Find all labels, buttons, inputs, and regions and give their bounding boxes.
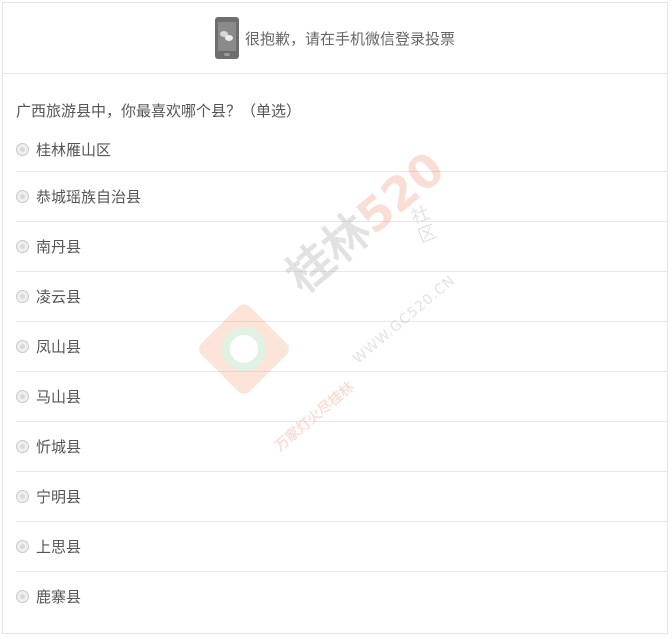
radio-icon[interactable] <box>16 390 29 403</box>
option-label: 忻城县 <box>36 438 82 456</box>
option-item[interactable]: 凤山县 <box>16 322 667 372</box>
option-label: 南丹县 <box>36 238 82 256</box>
option-item[interactable]: 凌云县 <box>16 272 667 322</box>
option-item[interactable]: 忻城县 <box>16 422 667 472</box>
option-item[interactable]: 南丹县 <box>16 222 667 272</box>
option-item[interactable]: 上思县 <box>16 522 667 572</box>
radio-icon[interactable] <box>16 540 29 553</box>
options-list: 桂林雁山区 恭城瑶族自治县 南丹县 凌云县 凤山县 马山县 忻城县 宁明县 上思… <box>3 127 667 621</box>
radio-icon[interactable] <box>16 190 29 203</box>
login-notice: 很抱歉，请在手机微信登录投票 <box>3 3 667 74</box>
option-item[interactable]: 桂林雁山区 <box>16 127 667 172</box>
login-notice-text: 很抱歉，请在手机微信登录投票 <box>244 29 455 48</box>
radio-icon[interactable] <box>16 290 29 303</box>
option-label: 凤山县 <box>36 338 82 356</box>
option-item[interactable]: 鹿寨县 <box>16 572 667 621</box>
radio-icon[interactable] <box>16 240 29 253</box>
option-item[interactable]: 宁明县 <box>16 472 667 522</box>
radio-icon[interactable] <box>16 590 29 603</box>
vote-card: 很抱歉，请在手机微信登录投票 广西旅游县中，你最喜欢哪个县？（单选） 桂林雁山区… <box>2 2 668 634</box>
option-label: 马山县 <box>36 388 82 406</box>
option-label: 桂林雁山区 <box>36 140 112 159</box>
radio-icon[interactable] <box>16 440 29 453</box>
phone-wechat-icon <box>214 17 239 59</box>
radio-icon[interactable] <box>16 490 29 503</box>
option-item[interactable]: 恭城瑶族自治县 <box>16 172 667 222</box>
option-label: 恭城瑶族自治县 <box>36 188 142 206</box>
option-label: 凌云县 <box>36 288 82 306</box>
option-label: 宁明县 <box>36 488 82 506</box>
question-title: 广西旅游县中，你最喜欢哪个县？（单选） <box>16 102 302 120</box>
radio-icon[interactable] <box>16 340 29 353</box>
option-label: 上思县 <box>36 538 82 556</box>
radio-icon[interactable] <box>16 142 29 156</box>
option-label: 鹿寨县 <box>36 588 82 606</box>
option-item[interactable]: 马山县 <box>16 372 667 422</box>
